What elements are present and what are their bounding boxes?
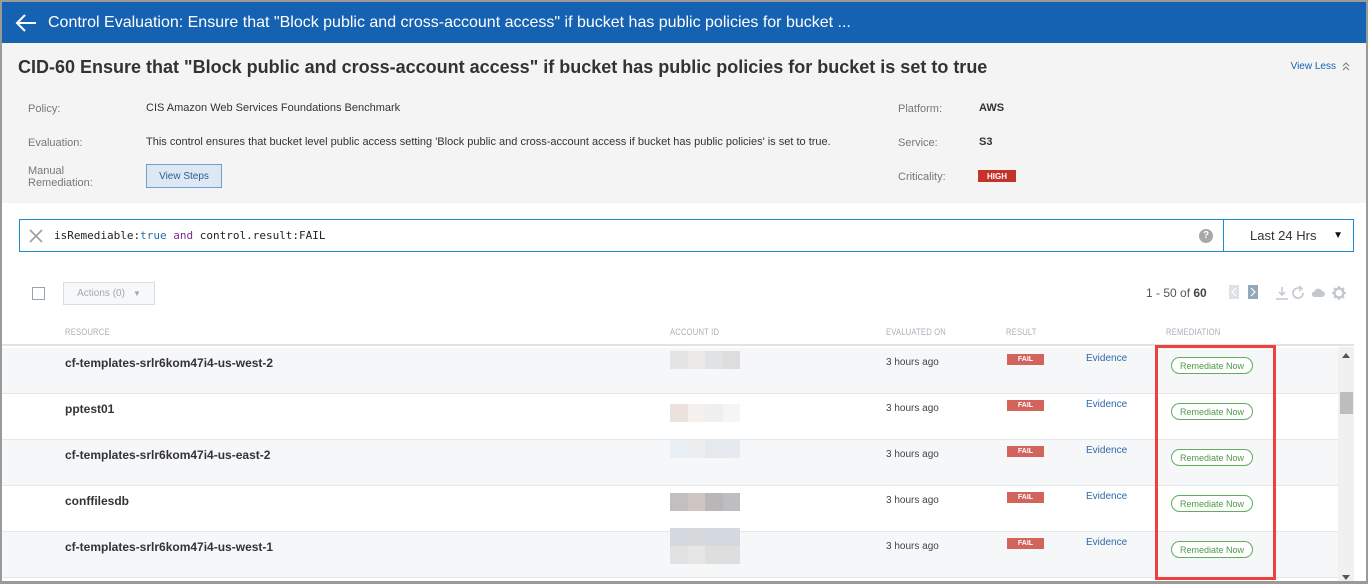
pagination-total: 60 xyxy=(1193,286,1207,300)
column-header-result[interactable]: RESULT xyxy=(1006,327,1037,337)
account-id-redacted xyxy=(670,404,740,422)
evaluated-on: 3 hours ago xyxy=(886,403,939,414)
close-icon[interactable] xyxy=(28,228,44,244)
table-header: RESOURCE ACCOUNT ID EVALUATED ON RESULT … xyxy=(2,322,1354,346)
view-less-label: View Less xyxy=(1290,61,1336,72)
account-id-redacted xyxy=(670,528,740,564)
service-value: S3 xyxy=(979,136,993,148)
policy-value: CIS Amazon Web Services Foundations Benc… xyxy=(146,102,401,114)
view-steps-button[interactable]: View Steps xyxy=(146,164,222,188)
table-row: cf-templates-srlr6kom47i4-us-east-2 3 ho… xyxy=(2,440,1338,486)
caret-down-icon: ▼ xyxy=(1333,230,1343,241)
evidence-link[interactable]: Evidence xyxy=(1086,491,1127,502)
top-bar: Control Evaluation: Ensure that "Block p… xyxy=(2,2,1366,43)
resource-name[interactable]: cf-templates-srlr6kom47i4-us-west-1 xyxy=(65,540,273,554)
manual-remediation-label: Manual Remediation: xyxy=(28,165,93,189)
policy-label: Policy: xyxy=(28,103,61,115)
resource-name[interactable]: conffilesdb xyxy=(65,494,129,508)
result-badge: FAIL xyxy=(1007,400,1044,411)
table-row: cf-templates-srlr6kom47i4-us-west-1 3 ho… xyxy=(2,528,1338,578)
arrow-left-icon[interactable] xyxy=(14,13,38,33)
evidence-link[interactable]: Evidence xyxy=(1086,399,1127,410)
refresh-icon[interactable] xyxy=(1290,285,1306,301)
table-row: cf-templates-srlr6kom47i4-us-west-2 3 ho… xyxy=(2,348,1338,394)
time-range-value: Last 24 Hrs xyxy=(1250,228,1317,243)
caret-down-icon: ▼ xyxy=(132,289,141,298)
evidence-link[interactable]: Evidence xyxy=(1086,537,1127,548)
pagination-info: 1 - 50 of 60 xyxy=(1146,286,1207,300)
chevron-right-icon[interactable] xyxy=(1248,285,1258,299)
double-chevron-up-icon xyxy=(1342,62,1350,71)
search-bar: isRemediable:true and control.result:FAI… xyxy=(19,219,1354,252)
criticality-badge: HIGH xyxy=(978,170,1016,182)
column-header-remediation[interactable]: REMEDIATION xyxy=(1166,327,1220,337)
result-badge: FAIL xyxy=(1007,354,1044,365)
platform-value: AWS xyxy=(979,102,1005,114)
evaluated-on: 3 hours ago xyxy=(886,541,939,552)
remediate-now-button[interactable]: Remediate Now xyxy=(1171,495,1253,512)
view-less-link[interactable]: View Less xyxy=(1291,61,1350,72)
time-range-select[interactable]: Last 24 Hrs ▼ xyxy=(1223,220,1353,251)
chevron-left-icon[interactable] xyxy=(1229,285,1239,299)
gear-icon[interactable] xyxy=(1331,285,1347,301)
page-title: Control Evaluation: Ensure that "Block p… xyxy=(48,13,851,31)
evaluated-on: 3 hours ago xyxy=(886,495,939,506)
evidence-link[interactable]: Evidence xyxy=(1086,445,1127,456)
query-field: isRemediable: xyxy=(54,229,141,242)
remediate-now-button[interactable]: Remediate Now xyxy=(1171,403,1253,420)
table-row: pptest01 3 hours ago FAIL Evidence Remed… xyxy=(2,394,1338,440)
account-id-redacted xyxy=(670,351,740,369)
query-value-true: true xyxy=(140,229,167,242)
table-row: conffilesdb 3 hours ago FAIL Evidence Re… xyxy=(2,486,1338,532)
result-badge: FAIL xyxy=(1007,446,1044,457)
control-details-panel: CID-60 Ensure that "Block public and cro… xyxy=(2,43,1366,203)
pagination-range: 1 - 50 of xyxy=(1146,286,1194,300)
app-window: Control Evaluation: Ensure that "Block p… xyxy=(0,0,1368,584)
table-scrollbar[interactable] xyxy=(1338,347,1354,581)
evaluated-on: 3 hours ago xyxy=(886,449,939,460)
actions-dropdown[interactable]: Actions (0) ▼ xyxy=(63,282,155,305)
actions-label: Actions (0) xyxy=(77,288,125,299)
result-badge: FAIL xyxy=(1007,492,1044,503)
result-badge: FAIL xyxy=(1007,538,1044,549)
scroll-down-arrow-icon[interactable] xyxy=(1342,575,1350,580)
account-id-redacted xyxy=(670,440,740,458)
scroll-up-arrow-icon[interactable] xyxy=(1342,353,1350,358)
select-all-checkbox[interactable] xyxy=(32,287,45,300)
manual-remediation-label-line1: Manual xyxy=(28,165,65,177)
table-body: cf-templates-srlr6kom47i4-us-west-2 3 ho… xyxy=(2,348,1338,581)
criticality-label: Criticality: xyxy=(898,171,946,183)
service-label: Service: xyxy=(898,137,938,149)
download-icon[interactable] xyxy=(1274,285,1290,301)
control-title: CID-60 Ensure that "Block public and cro… xyxy=(18,57,988,77)
resource-name[interactable]: cf-templates-srlr6kom47i4-us-east-2 xyxy=(65,448,270,462)
resource-name[interactable]: cf-templates-srlr6kom47i4-us-west-2 xyxy=(65,356,273,370)
column-header-evaluated-on[interactable]: EVALUATED ON xyxy=(886,327,946,337)
manual-remediation-label-line2: Remediation: xyxy=(28,177,93,189)
query-field-result: control.result:FAIL xyxy=(199,229,326,242)
remediate-now-button[interactable]: Remediate Now xyxy=(1171,541,1253,558)
column-header-account-id[interactable]: ACCOUNT ID xyxy=(670,327,719,337)
search-input[interactable]: isRemediable:true and control.result:FAI… xyxy=(54,229,1199,242)
evidence-link[interactable]: Evidence xyxy=(1086,353,1127,364)
evaluation-value: This control ensures that bucket level p… xyxy=(146,136,831,148)
query-operator-and: and xyxy=(166,229,200,242)
cloud-icon[interactable] xyxy=(1310,285,1326,301)
scrollbar-thumb[interactable] xyxy=(1340,392,1353,414)
account-id-redacted xyxy=(670,493,740,511)
column-header-resource[interactable]: RESOURCE xyxy=(65,327,110,337)
remediate-now-button[interactable]: Remediate Now xyxy=(1171,357,1253,374)
help-icon[interactable]: ? xyxy=(1199,228,1213,243)
remediate-now-button[interactable]: Remediate Now xyxy=(1171,449,1253,466)
resource-name[interactable]: pptest01 xyxy=(65,402,114,416)
platform-label: Platform: xyxy=(898,103,943,115)
evaluated-on: 3 hours ago xyxy=(886,357,939,368)
evaluation-label: Evaluation: xyxy=(28,137,83,149)
